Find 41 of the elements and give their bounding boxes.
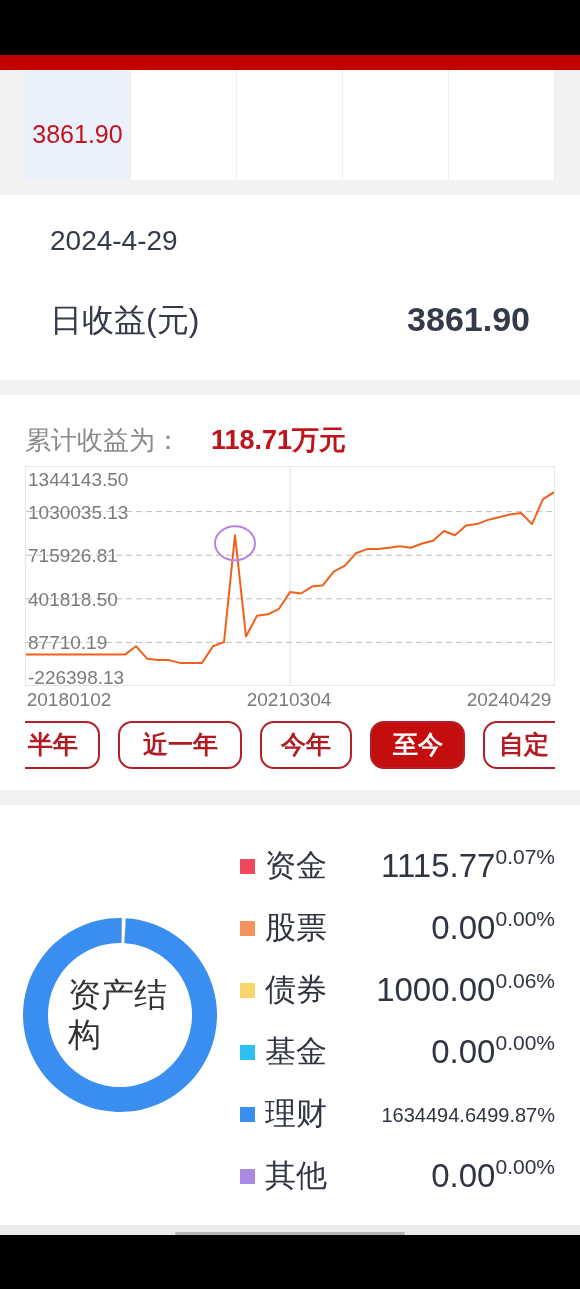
y-axis-label: 1344143.50 (28, 469, 129, 490)
asset-amount: 1634494.64 (381, 1103, 488, 1128)
range-tab[interactable]: 至今 (370, 721, 465, 769)
asset-percent: 0.06% (495, 968, 555, 995)
circle-annotation (214, 525, 256, 562)
asset-label: 基金 (265, 1032, 327, 1071)
donut-title: 资产结构 (68, 975, 168, 1055)
date-text: 2024-4-29 (50, 224, 179, 258)
asset-percent: 0.00% (495, 1154, 555, 1181)
x-axis-label: 20180102 (26, 688, 112, 712)
asset-amount: 0.00 (431, 1156, 496, 1197)
asset-label: 其他 (265, 1156, 327, 1195)
range-tab[interactable]: 半年 (25, 721, 100, 769)
daily-profit-label: 日收益(元) (50, 300, 200, 340)
x-axis-label: 20210304 (246, 688, 332, 712)
asset-percent: 99.87% (487, 1103, 555, 1128)
y-axis-label: -226398.13 (28, 667, 125, 686)
y-axis-label: 401818.50 (28, 588, 118, 610)
range-tab[interactable]: 今年 (260, 721, 352, 769)
y-axis-label: 87710.19 (28, 632, 108, 654)
cumulative-value: 118.71万元 (211, 423, 347, 457)
daily-profit-value: 3861.90 (407, 299, 530, 340)
range-tab[interactable]: 自定 (483, 721, 555, 769)
asset-amount: 0.00 (431, 1032, 496, 1073)
asset-amount: 0.00 (431, 908, 496, 949)
asset-label: 股票 (265, 908, 327, 947)
cumulative-label: 累计收益为： (25, 423, 181, 457)
asset-percent: 0.00% (495, 1030, 555, 1057)
asset-amount: 1000.00 (376, 970, 496, 1011)
y-axis-label: 1030035.13 (28, 501, 129, 523)
y-axis-label: 715926.81 (28, 545, 118, 567)
calendar-day[interactable]: 3861.90 (25, 70, 131, 180)
day-profit: 3861.90 (32, 119, 123, 150)
asset-label: 理财 (265, 1094, 327, 1133)
asset-label: 债券 (265, 970, 327, 1009)
range-tab[interactable]: 近一年 (118, 721, 242, 769)
asset-amount: 1115.77 (381, 846, 496, 887)
asset-percent: 0.00% (495, 906, 555, 933)
x-axis-label: 20240429 (466, 688, 552, 712)
asset-percent: 0.07% (495, 844, 555, 871)
asset-label: 资金 (265, 846, 327, 885)
